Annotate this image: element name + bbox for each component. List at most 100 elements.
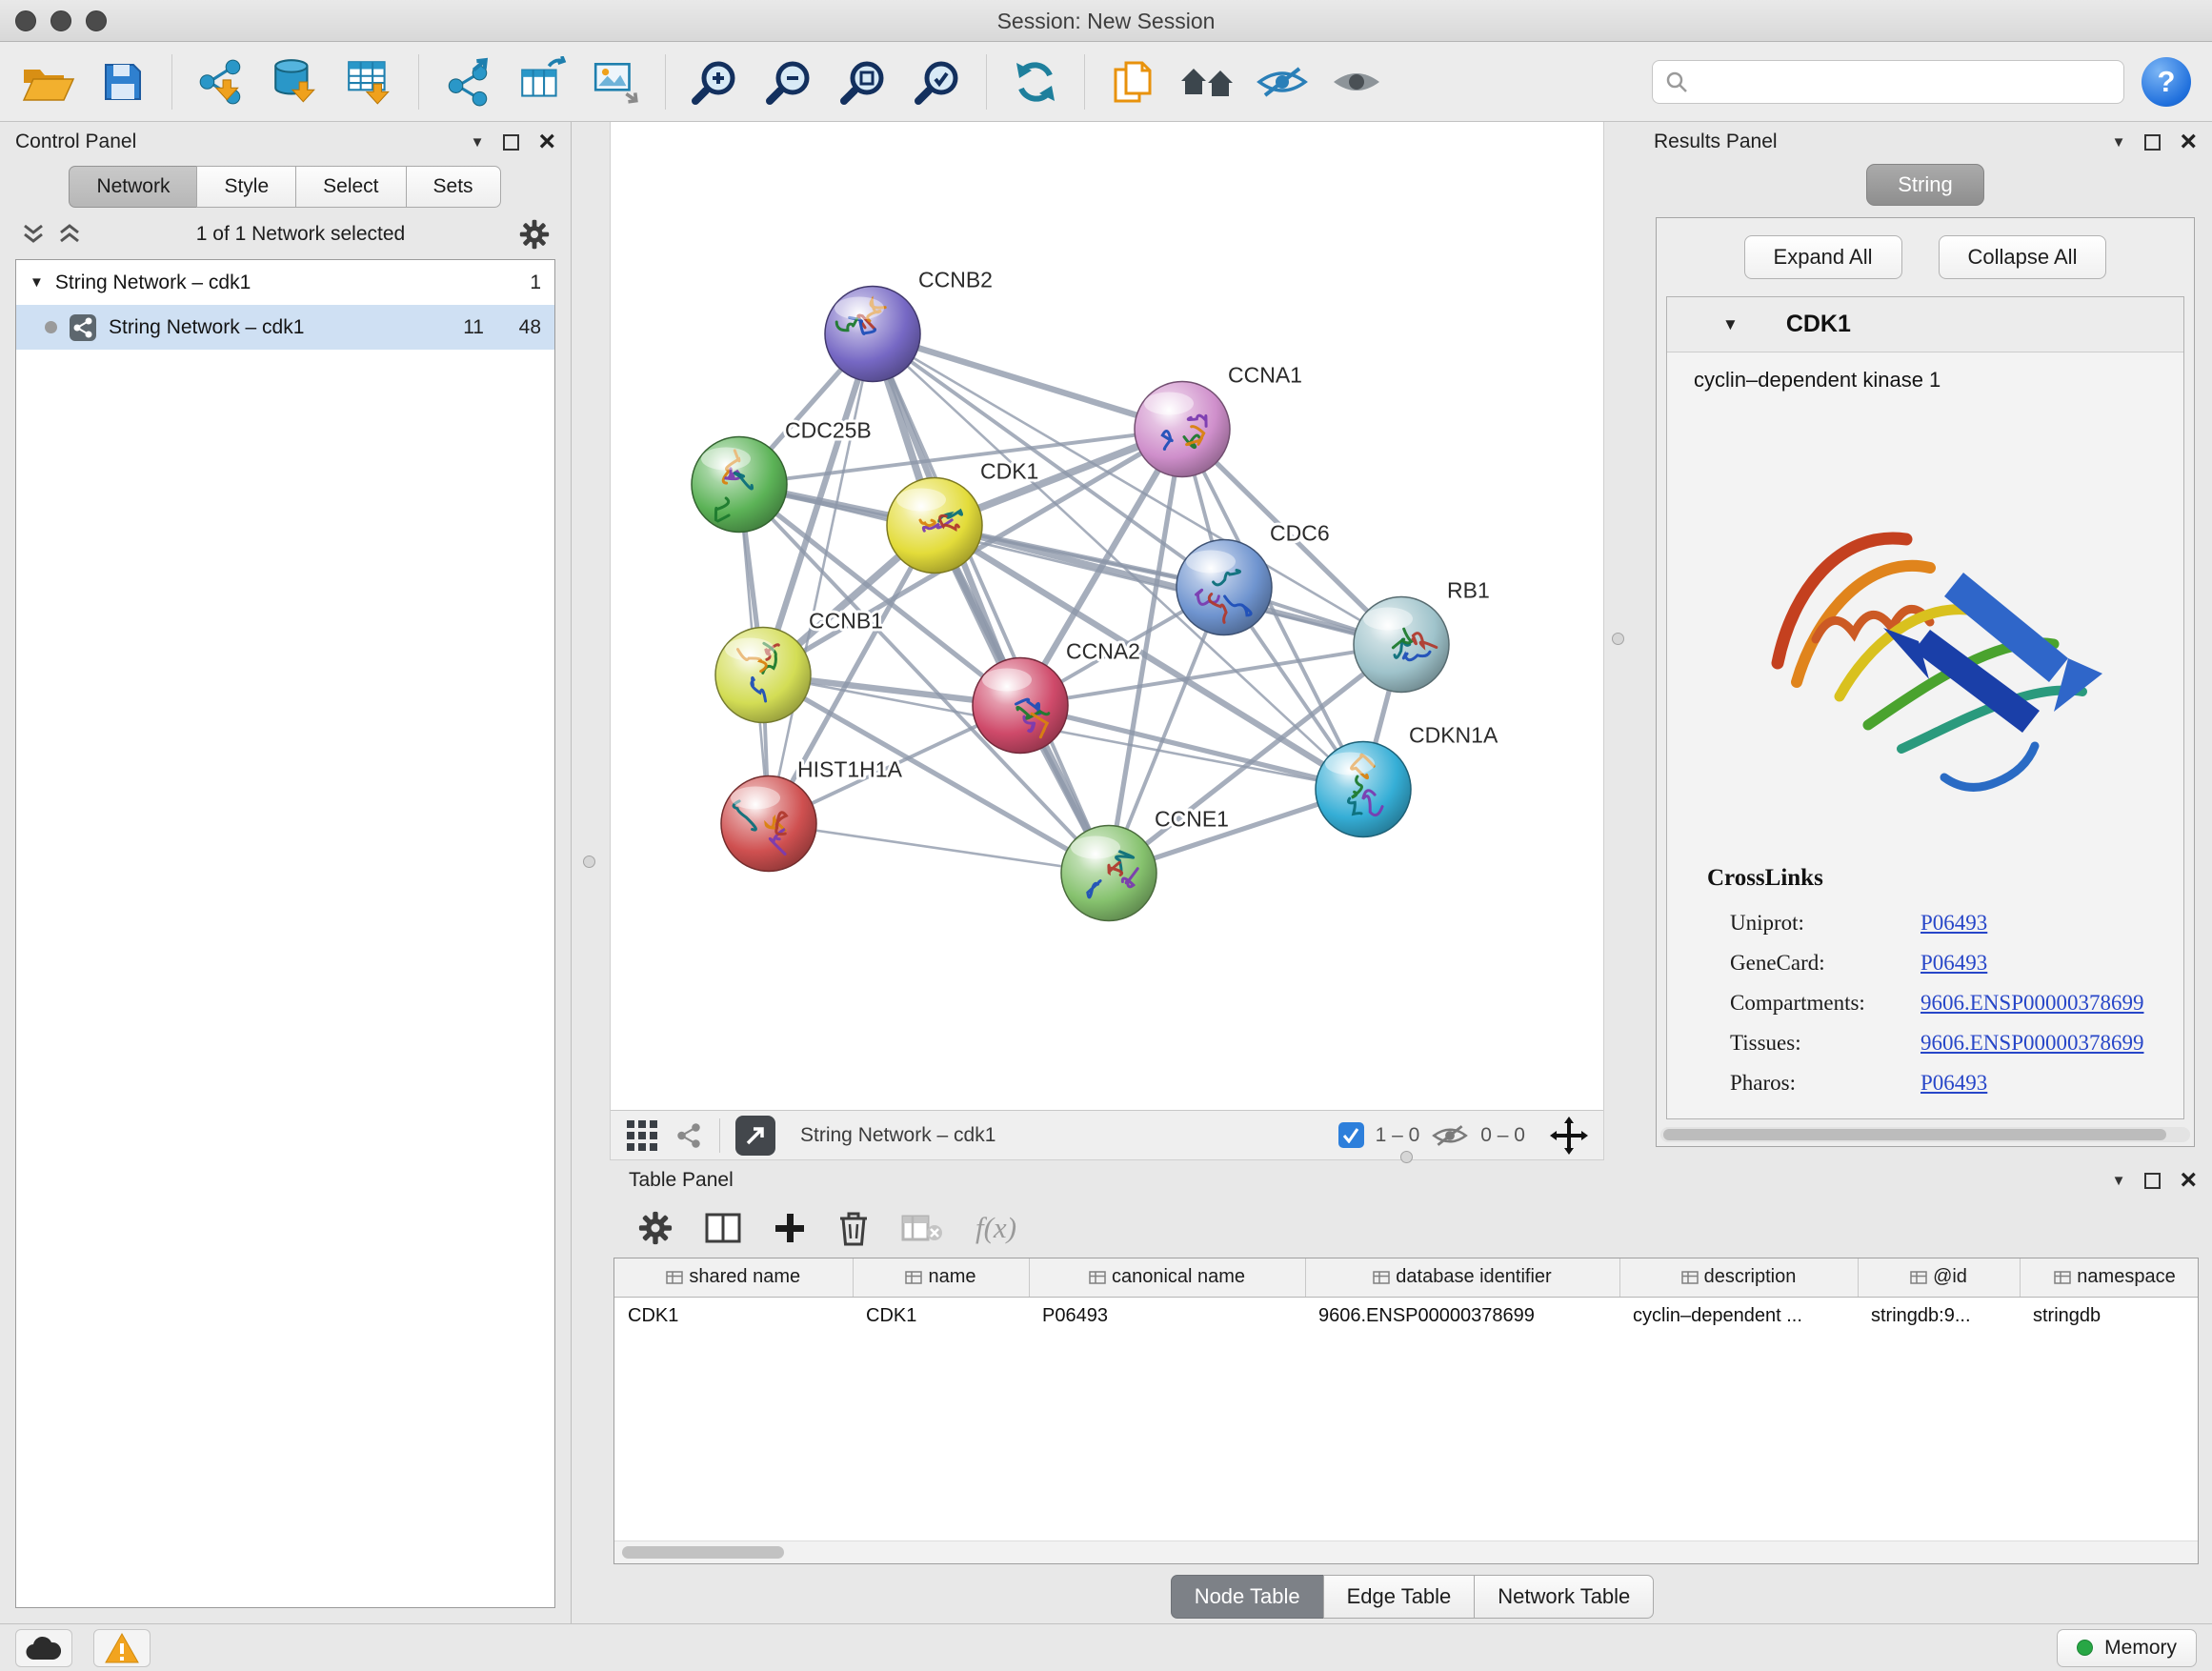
import-table-from-file-button[interactable] [334, 49, 405, 115]
save-session-button[interactable] [88, 49, 158, 115]
panel-float-icon[interactable] [503, 134, 519, 151]
collapse-all-button[interactable]: Collapse All [1939, 235, 2107, 279]
collapse-all-tree-button[interactable] [57, 223, 82, 246]
birds-eye-view-button[interactable] [626, 1119, 658, 1152]
export-image-button[interactable] [581, 49, 652, 115]
tab-select[interactable]: Select [295, 166, 406, 208]
zoom-selected-button[interactable] [902, 49, 973, 115]
network-edge-CCNB2-CCNA1[interactable] [873, 334, 1182, 430]
export-table-button[interactable] [507, 49, 577, 115]
network-edge-HIST1H1A-CCNE1[interactable] [769, 824, 1109, 874]
network-overview-icon[interactable] [674, 1120, 704, 1151]
results-horizontal-scrollbar[interactable] [1660, 1127, 2190, 1142]
close-window-button[interactable] [15, 10, 36, 31]
network-node-CCNA2[interactable] [973, 658, 1068, 754]
network-node-CDC25B[interactable] [692, 437, 787, 533]
panel-menu-icon[interactable]: ▼ [471, 134, 485, 151]
warnings-button[interactable] [93, 1629, 151, 1667]
column-header-namespace[interactable]: namespace [2020, 1258, 2199, 1297]
tab-network-table[interactable]: Network Table [1474, 1575, 1654, 1619]
crosslink-link[interactable]: P06493 [1920, 943, 1987, 983]
zoom-in-button[interactable] [679, 49, 750, 115]
show-all-button[interactable] [1321, 49, 1392, 115]
crosslink-link[interactable]: P06493 [1920, 903, 1987, 943]
zoom-window-button[interactable] [86, 10, 107, 31]
hidden-items-icon[interactable] [1431, 1122, 1469, 1149]
column-header-description[interactable]: description [1619, 1258, 1858, 1297]
table-cell[interactable]: 9606.ENSP00000378699 [1305, 1297, 1619, 1335]
delete-column-button[interactable] [838, 1210, 869, 1246]
network-node-CCNE1[interactable] [1061, 826, 1156, 921]
panel-close-icon[interactable]: × [538, 132, 555, 151]
column-header-shared-name[interactable]: shared name [614, 1258, 853, 1297]
copy-button[interactable] [1098, 49, 1169, 115]
network-options-gear-button[interactable] [519, 219, 550, 250]
refresh-view-button[interactable] [1000, 49, 1071, 115]
table-cell[interactable]: CDK1 [853, 1297, 1029, 1335]
table-cell[interactable]: stringdb:9... [1858, 1297, 2020, 1335]
home-button[interactable] [1173, 49, 1243, 115]
horizontal-splitter-handle[interactable] [1400, 1151, 1413, 1163]
panel-close-icon[interactable]: × [2180, 1171, 2197, 1190]
zoom-fit-button[interactable] [828, 49, 898, 115]
add-column-button[interactable] [774, 1212, 806, 1244]
zoom-out-button[interactable] [754, 49, 824, 115]
import-network-from-database-button[interactable] [260, 49, 331, 115]
function-builder-button[interactable]: f(x) [975, 1211, 1016, 1245]
panel-float-icon[interactable] [2144, 134, 2161, 151]
expand-all-tree-button[interactable] [21, 223, 46, 246]
network-node-CCNB2[interactable] [825, 287, 920, 382]
column-header-name[interactable]: name [853, 1258, 1029, 1297]
hide-selected-button[interactable] [1247, 49, 1317, 115]
table-cell[interactable]: stringdb [2020, 1297, 2199, 1335]
crosslink-link[interactable]: 9606.ENSP00000378699 [1920, 1023, 2144, 1063]
table-cell[interactable]: cyclin–dependent ... [1619, 1297, 1858, 1335]
selected-nodes-icon[interactable] [1338, 1122, 1364, 1148]
network-node-CDC6[interactable] [1176, 540, 1272, 635]
table-settings-gear-button[interactable] [638, 1211, 673, 1245]
protein-section-header[interactable]: ▼ CDK1 [1667, 297, 2183, 352]
panel-menu-icon[interactable]: ▼ [2112, 134, 2126, 151]
network-node-RB1[interactable] [1354, 597, 1449, 693]
table-cell[interactable]: CDK1 [614, 1297, 853, 1335]
table-horizontal-scrollbar[interactable] [614, 1540, 2198, 1563]
help-button[interactable]: ? [2142, 57, 2191, 107]
tab-string[interactable]: String [1866, 164, 1983, 206]
cloud-status-button[interactable] [15, 1629, 72, 1667]
open-session-button[interactable] [13, 49, 84, 115]
disclosure-triangle-icon[interactable]: ▼ [30, 274, 44, 291]
panel-float-icon[interactable] [2144, 1173, 2161, 1189]
network-node-CDK1[interactable] [887, 478, 982, 574]
show-columns-button[interactable] [705, 1212, 741, 1244]
table-row[interactable]: CDK1CDK1P064939606.ENSP00000378699cyclin… [614, 1297, 2199, 1335]
network-node-CCNB1[interactable] [715, 628, 811, 723]
table-cell[interactable]: P06493 [1029, 1297, 1305, 1335]
tab-style[interactable]: Style [196, 166, 296, 208]
minimize-window-button[interactable] [50, 10, 71, 31]
crosslink-link[interactable]: P06493 [1920, 1063, 1987, 1103]
network-edge-CCNA2-CDKN1A[interactable] [1020, 706, 1363, 790]
export-network-button[interactable] [432, 49, 503, 115]
network-graph[interactable]: CCNB2CCNA1CDC25BCDK1CDC6RB1CCNB1CCNA2CDK… [611, 122, 1603, 1110]
network-collection-row[interactable]: ▼ String Network – cdk1 1 [16, 260, 554, 305]
import-network-from-file-button[interactable] [186, 49, 256, 115]
panel-menu-icon[interactable]: ▼ [2112, 1173, 2126, 1189]
network-node-CCNA1[interactable] [1135, 382, 1230, 477]
network-edge-CDK1-RB1[interactable] [935, 526, 1401, 645]
scrollbar-thumb[interactable] [1663, 1129, 2166, 1140]
scrollbar-thumb[interactable] [622, 1546, 784, 1559]
network-canvas[interactable]: CCNB2CCNA1CDC25BCDK1CDC6RB1CCNB1CCNA2CDK… [611, 122, 1603, 1110]
network-node-CDKN1A[interactable] [1316, 742, 1411, 837]
tab-node-table[interactable]: Node Table [1171, 1575, 1324, 1619]
crosslink-link[interactable]: 9606.ENSP00000378699 [1920, 983, 2144, 1023]
tab-sets[interactable]: Sets [406, 166, 501, 208]
column-header-database-identifier[interactable]: database identifier [1305, 1258, 1619, 1297]
delete-table-button-disabled[interactable] [901, 1213, 943, 1243]
disclosure-triangle-icon[interactable]: ▼ [1722, 315, 1739, 334]
pan-mode-button[interactable] [1550, 1117, 1588, 1155]
network-edge-CCNB2-CCNE1[interactable] [873, 334, 1109, 874]
vertical-splitter-handle[interactable] [583, 856, 595, 868]
network-row-selected[interactable]: String Network – cdk1 11 48 [16, 305, 554, 350]
search-input[interactable] [1697, 70, 2112, 94]
tab-network[interactable]: Network [69, 166, 197, 208]
